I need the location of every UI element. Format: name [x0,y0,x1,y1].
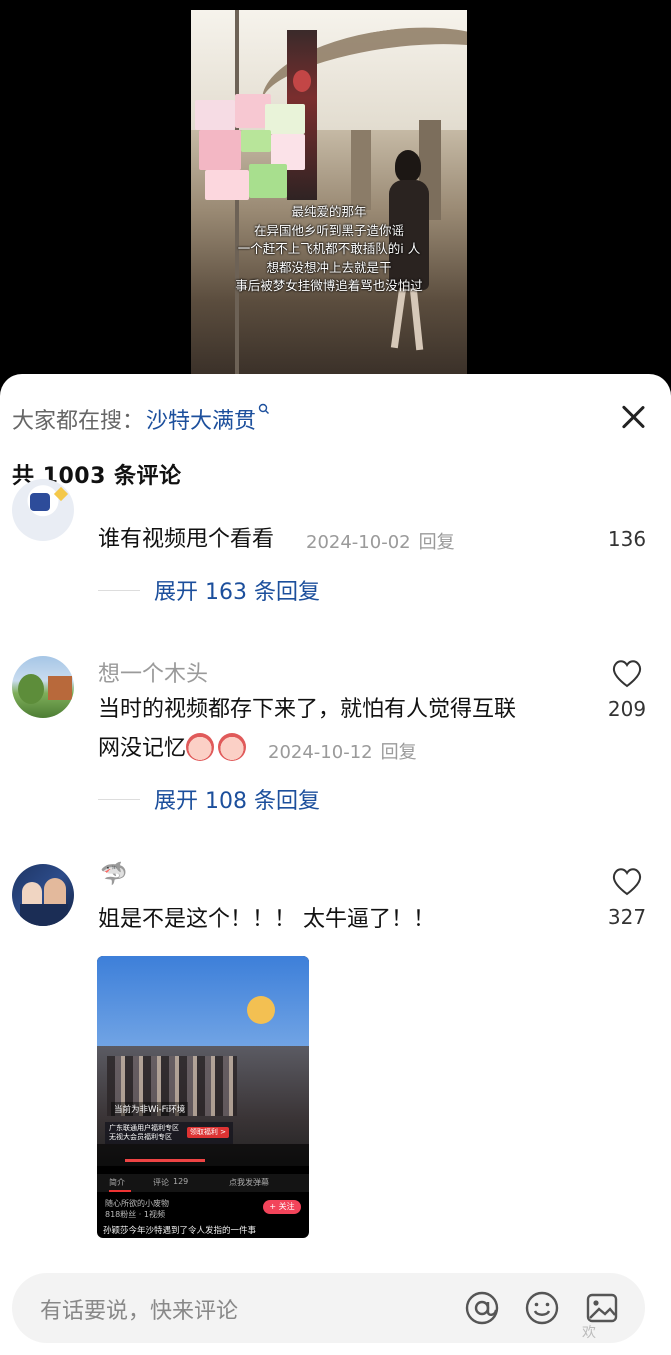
comment-username[interactable]: 🦈 [100,862,127,887]
comment-meta: 2024-10-02 回复 [306,528,455,554]
video-player[interactable]: 最纯爱的那年 在异国他乡听到黑子造你谣 一个赶不上飞机都不敢插队的i 人 想都没… [0,0,671,390]
like-count: 136 [607,527,647,551]
embed-username: 随心所欲的小废物 [105,1199,169,1208]
trending-search-label: 大家都在搜： [12,409,145,434]
embed-tab: 评论 [153,1178,169,1187]
trending-search[interactable]: 大家都在搜： 沙特大满贯 [12,403,270,435]
subtitle-line: 事后被梦女挂微博追着骂也没怕过 [235,278,423,293]
comment-date: 2024-10-12 [268,742,373,763]
comment-image[interactable]: 当前为非Wi-Fi环境 广东联通用户福利专区 无视大会员福利专区 领取福利 > … [97,956,309,1238]
comment-text: 谁有视频甩个看看 [98,527,275,552]
reply-button[interactable]: 回复 [381,742,417,763]
avatar[interactable] [12,864,74,926]
avatar[interactable] [12,656,74,718]
close-icon[interactable] [618,402,648,432]
at-icon[interactable] [462,1288,502,1328]
embed-tab-indicator [109,1190,131,1192]
comment-text: 当时的视频都存下来了，就怕有人觉得互联 [98,697,517,722]
video-pillar [351,130,371,210]
subtitle-line: 最纯爱的那年 [291,204,367,219]
expand-replies-button[interactable]: 展开 108 条回复 [98,783,320,815]
like-count: 209 [607,697,647,721]
like-count: 327 [607,905,647,929]
heart-icon[interactable] [607,658,647,692]
comment-text-line2: 网没记忆 [98,736,187,761]
embed-tab-count: 129 [173,1177,189,1186]
search-icon[interactable] [258,403,270,419]
expand-replies-button[interactable]: 展开 163 条回复 [98,574,320,606]
cat-sticker-icon [247,996,275,1024]
subtitle-line: 在异国他乡听到黑子造你谣 [253,222,404,238]
video-frame[interactable]: 最纯爱的那年 在异国他乡听到黑子造你谣 一个赶不上飞机都不敢插队的i 人 想都没… [191,10,467,374]
embed-progress [125,1159,205,1162]
expand-replies-label: 展开 108 条回复 [154,789,320,814]
subtitle-line: 一个赶不上飞机都不敢插队的i 人 [237,241,421,256]
comment-meta: 2024-10-12 回复 [268,738,417,764]
divider [98,589,140,591]
embed-follow: + 关注 [263,1200,301,1214]
emoji-icon [186,733,215,761]
embed-tab: 点我发弹幕 [229,1178,269,1187]
video-posters [195,94,307,206]
embed-wifi-notice: 当前为非Wi-Fi环境 [111,1102,189,1116]
embed-tab: 简介 [109,1178,125,1187]
comment-username[interactable]: 想一个木头 [98,656,208,688]
embed-caption: 孙颖莎今年沙特遇到了令人发指的一件事 [103,1226,257,1236]
embed-promo-button: 领取福利 > [186,1127,229,1138]
video-subtitles: 最纯爱的那年 在异国他乡听到黑子造你谣 一个赶不上飞机都不敢插队的i 人 想都没… [191,203,467,296]
emoji-icon[interactable] [522,1288,562,1328]
comment-text: 姐是不是这个！！！ 太牛逼了！！ [98,907,435,932]
avatar[interactable] [12,479,74,541]
embed-promo: 广东联通用户福利专区 无视大会员福利专区 领取福利 > [105,1122,233,1144]
trending-search-term[interactable]: 沙特大满贯 [146,403,256,435]
embed-user-sub: 818粉丝 · 1视频 [105,1210,165,1219]
comment-text-cont: 网没记忆 [98,729,250,768]
comment-sheet: 大家都在搜： 沙特大满贯 共 1003 条评论 谁有视频甩个看看 2024-10… [0,374,671,1355]
watermark: 欢 [582,1325,597,1341]
comment-date: 2024-10-02 [306,532,411,553]
reply-button[interactable]: 回复 [419,532,455,553]
embed-user: 随心所欲的小废物 818粉丝 · 1视频 [105,1198,169,1220]
emoji-icon [218,733,247,761]
comment-input-bar[interactable]: 有话要说，快来评论 [12,1273,645,1343]
comment-input[interactable]: 有话要说，快来评论 [40,1293,238,1325]
heart-icon[interactable] [607,866,647,900]
divider [98,798,140,800]
expand-replies-label: 展开 163 条回复 [154,580,320,605]
subtitle-line: 想都没想冲上去就是干 [266,259,392,275]
